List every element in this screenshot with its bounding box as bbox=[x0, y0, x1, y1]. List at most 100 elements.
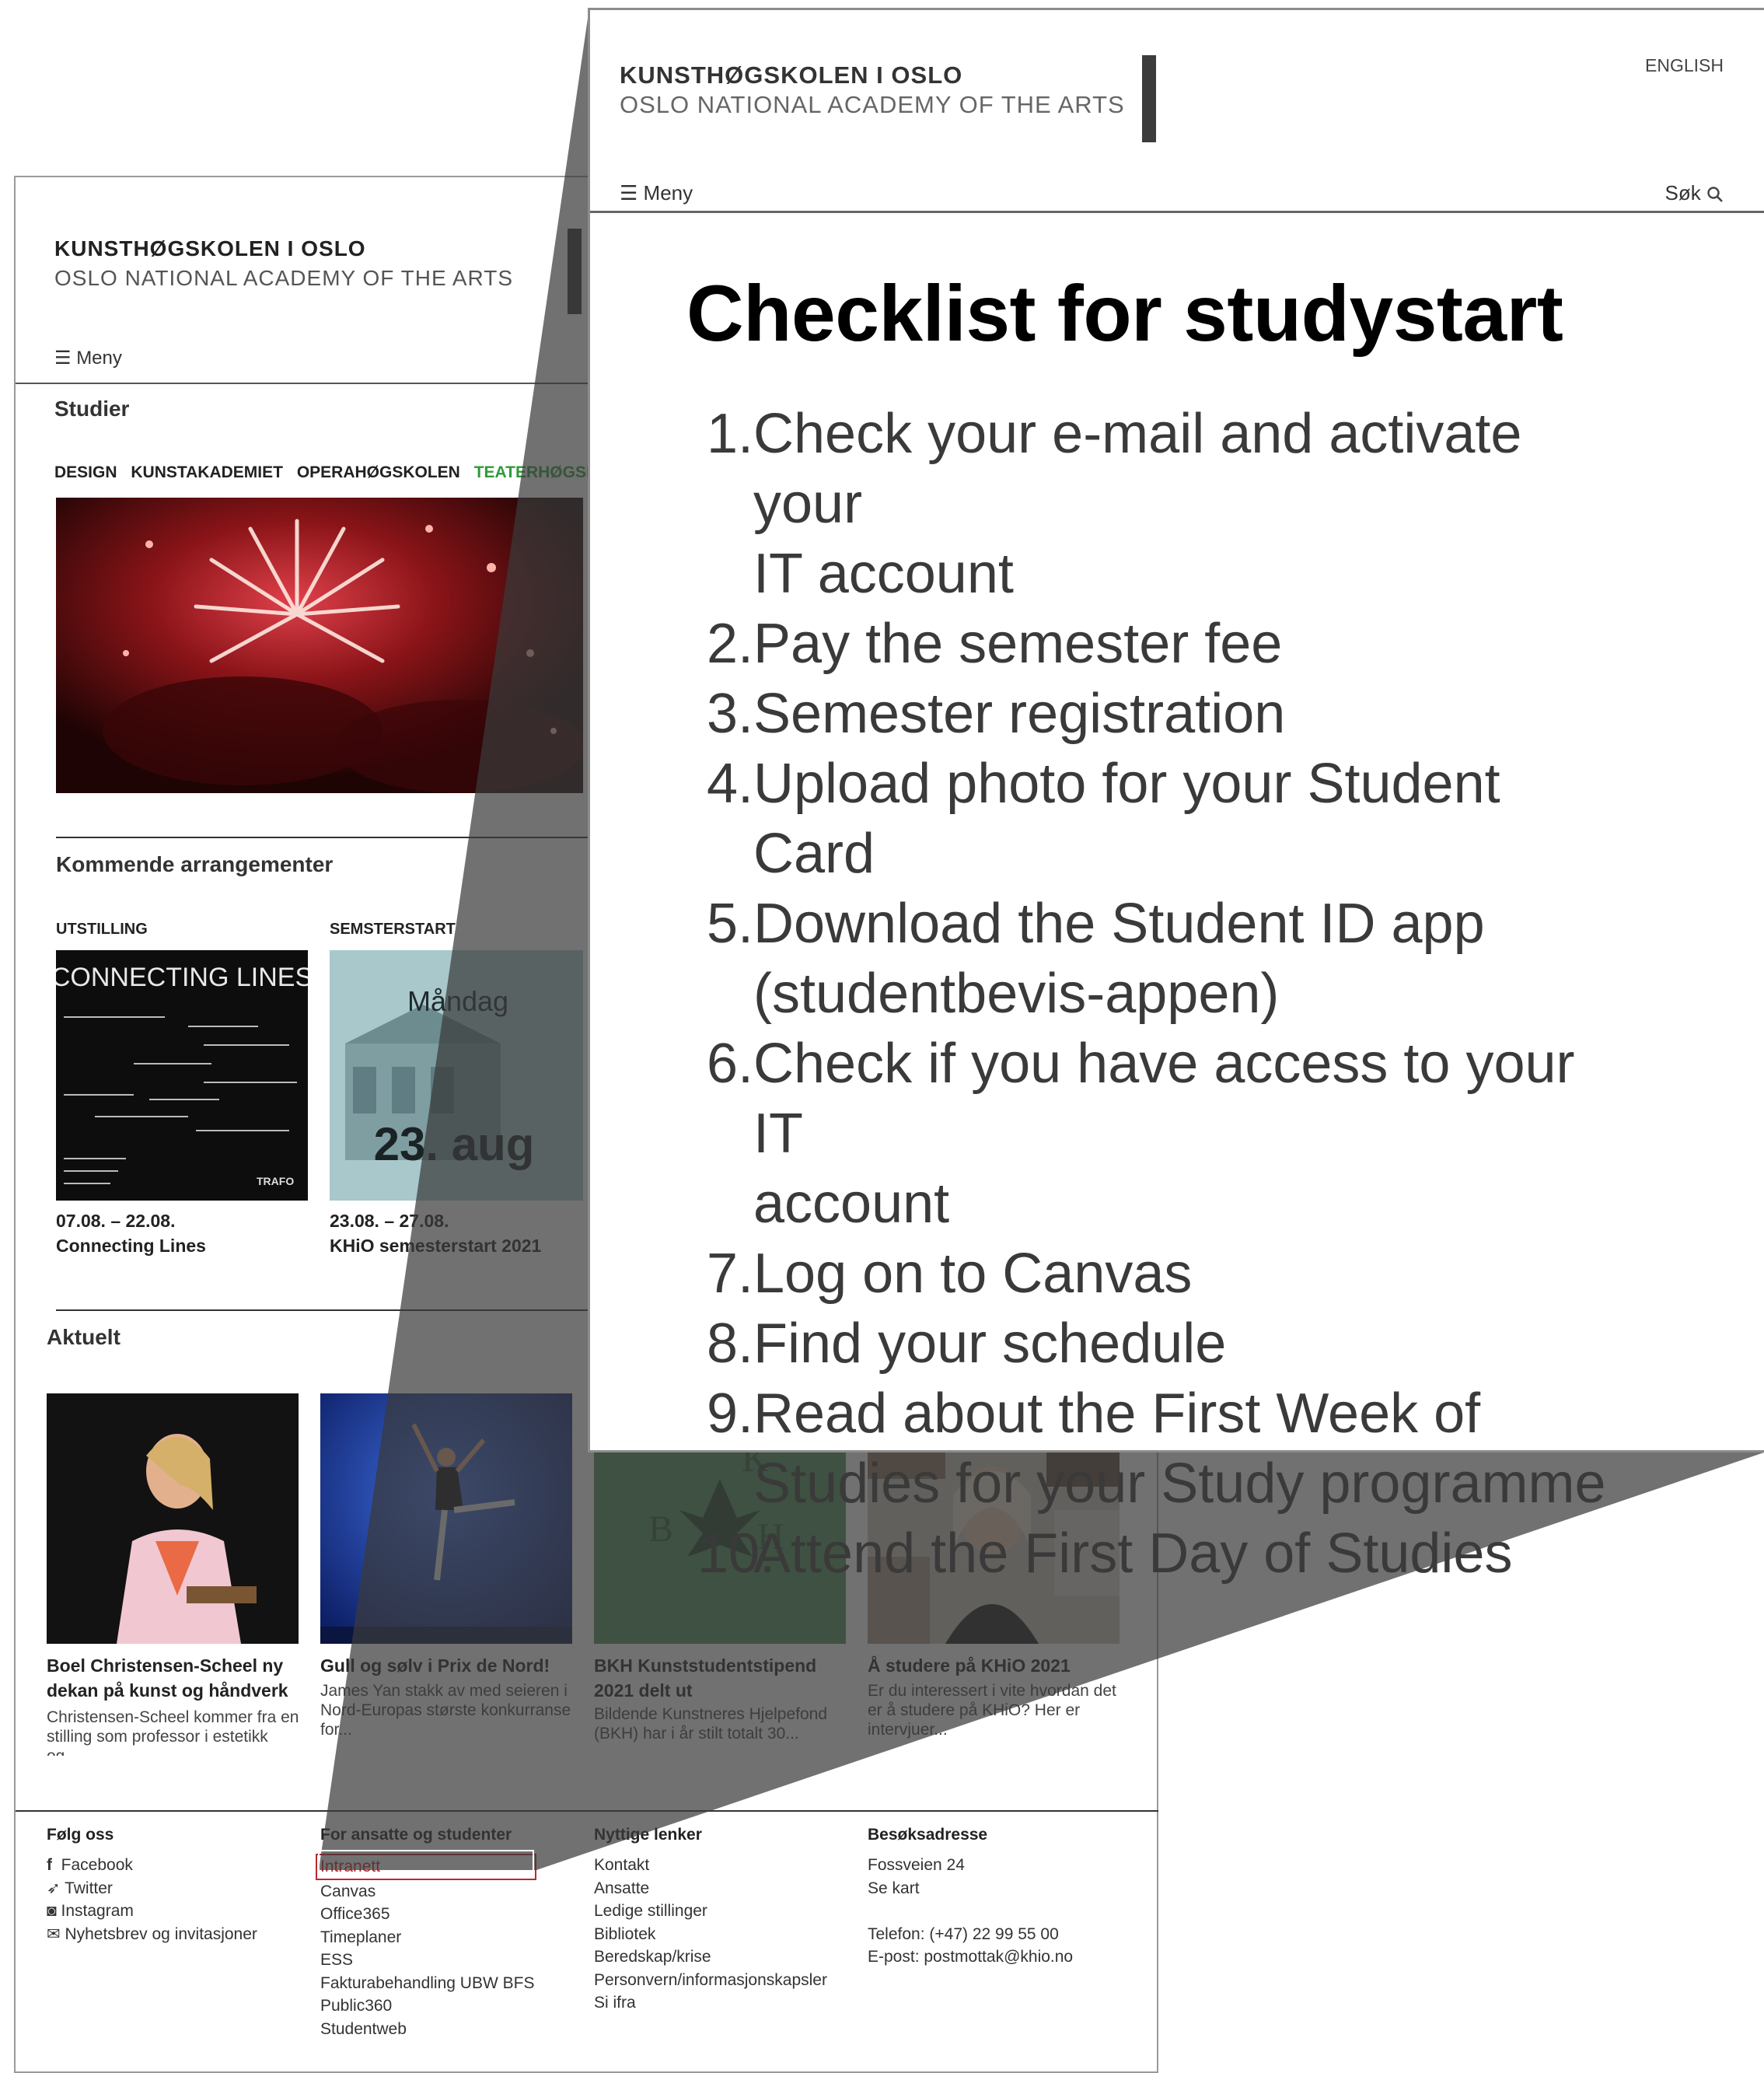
news-1-image[interactable] bbox=[47, 1393, 299, 1644]
personvern-link[interactable]: Personvern/informasjonskapsler bbox=[594, 1969, 827, 1992]
instagram-icon: ◙ bbox=[47, 1902, 57, 1920]
news-4-excerpt: Er du interessert i vite hvordan det er … bbox=[868, 1682, 1116, 1739]
site-logo-bar bbox=[568, 229, 582, 314]
news-1-title[interactable]: Boel Christensen-Scheel ny dekan på kuns… bbox=[47, 1653, 303, 1703]
checklist-item-3: 3. Semester registration bbox=[706, 683, 1286, 745]
email-link[interactable]: E-post: postmottak@khio.no bbox=[868, 1945, 1073, 1969]
hero-photo-graphic bbox=[56, 498, 583, 793]
panel-search-button[interactable]: Søk bbox=[1665, 181, 1724, 205]
events-heading: Kommende arrangementer bbox=[56, 852, 334, 876]
kontakt-link[interactable]: Kontakt bbox=[594, 1854, 827, 1877]
event-1-title[interactable]: Connecting Lines bbox=[56, 1233, 206, 1258]
checklist-item-6: 6. Check if you have access to your IT acc… bbox=[706, 1033, 1575, 1235]
checklist-item-8: 8. Find your schedule bbox=[706, 1313, 1227, 1375]
panel-brand-line2[interactable]: OSLO NATIONAL ACADEMY OF THE ARTS bbox=[620, 91, 1125, 119]
office365-link[interactable]: Office365 bbox=[320, 1903, 536, 1926]
event-2-category: SEMSTERSTART bbox=[330, 921, 456, 938]
trafo-logo: TRAFO bbox=[257, 1175, 294, 1187]
news-3-excerpt: Bildende Kunstneres Hjelpefond (BKH) har… bbox=[594, 1705, 828, 1743]
phone-text: Telefon: (+47) 22 99 55 00 bbox=[868, 1924, 1059, 1943]
panel-menu-button[interactable]: ☰ Meny bbox=[620, 181, 693, 205]
poster-2-date: 23. aug bbox=[374, 1118, 535, 1170]
site-brand-line1[interactable]: KUNSTHØGSKOLEN I OSLO bbox=[54, 236, 366, 261]
search-icon bbox=[1707, 187, 1723, 203]
checklist-item-10: 10. Attend the First Day of Studies bbox=[697, 1522, 1513, 1585]
studier-heading: Studier bbox=[54, 397, 130, 421]
ansatte-link[interactable]: Ansatte bbox=[594, 1877, 827, 1900]
poster-1-title: CONNECTING LINES bbox=[56, 963, 308, 992]
bibliotek-link[interactable]: Bibliotek bbox=[594, 1923, 827, 1946]
footer-visit-heading: Besøksadresse bbox=[868, 1826, 988, 1844]
panel-brand-line1[interactable]: KUNSTHØGSKOLEN I OSLO bbox=[620, 61, 962, 89]
tab-kunstakademiet[interactable]: KUNSTAKADEMIET bbox=[131, 463, 283, 481]
checklist-title: Checklist for studystart bbox=[686, 269, 1563, 358]
news-2-title[interactable]: Gull og sølv i Prix de Nord! bbox=[320, 1653, 577, 1678]
checklist-item-7: 7. Log on to Canvas bbox=[706, 1243, 1193, 1305]
intranett-link[interactable]: Intranett bbox=[316, 1854, 536, 1880]
studentweb-link[interactable]: Studentweb bbox=[320, 2018, 536, 2041]
semesterstart-poster-graphic: Måndag 23. aug bbox=[330, 950, 583, 1201]
canvas-link[interactable]: Canvas bbox=[320, 1880, 536, 1903]
tab-operahogskolen[interactable]: OPERAHØGSKOLEN bbox=[297, 463, 460, 481]
panel-menu-label: Meny bbox=[643, 181, 693, 205]
event-2-title[interactable]: KHiO semesterstart 2021 bbox=[330, 1233, 541, 1258]
checklist-item-9: 9. Read about the First Week of Studies fo… bbox=[706, 1383, 1606, 1515]
checklist-item-1: 1. Check your e-mail and activate your IT … bbox=[706, 403, 1522, 605]
twitter-icon: ➶ bbox=[47, 1879, 61, 1897]
panel-logo-bar bbox=[1142, 55, 1156, 142]
footer-staff-heading: For ansatte og studenter bbox=[320, 1826, 512, 1844]
menu-icon: ☰ bbox=[54, 348, 72, 369]
si-ifra-link[interactable]: Si ifra bbox=[594, 1991, 827, 2015]
panel-header-divider bbox=[590, 211, 1764, 213]
news-3-title[interactable]: BKH Kunststudentstipend 2021 delt ut bbox=[594, 1653, 851, 1703]
svg-text:B: B bbox=[648, 1508, 673, 1550]
footer-useful-heading: Nyttige lenker bbox=[594, 1826, 702, 1844]
site-brand-line2[interactable]: OSLO NATIONAL ACADEMY OF THE ARTS bbox=[54, 266, 513, 291]
map-link[interactable]: Se kart bbox=[868, 1877, 1073, 1900]
event-1-category: UTSTILLING bbox=[56, 921, 148, 938]
event-1-dates: 07.08. – 22.08. bbox=[56, 1211, 176, 1231]
checklist-item-2: 2. Pay the semester fee bbox=[706, 613, 1283, 675]
department-tabs: DESIGN KUNSTAKADEMIET OPERAHØGSKOLEN TEA… bbox=[54, 463, 610, 482]
event-2-poster[interactable]: Måndag 23. aug bbox=[330, 950, 583, 1201]
footer-follow-heading: Følg oss bbox=[47, 1826, 114, 1844]
site-menu-button[interactable]: ☰ Meny bbox=[54, 347, 122, 369]
beredskap-link[interactable]: Beredskap/krise bbox=[594, 1945, 827, 1969]
checklist-item-4: 4. Upload photo for your Student Card bbox=[706, 753, 1500, 885]
newsletter-link[interactable]: ✉ Nyhetsbrev og invitasjoner bbox=[47, 1923, 257, 1946]
footer-visit-list: Fossveien 24 Se kart Telefon: (+47) 22 9… bbox=[868, 1854, 1073, 1969]
tab-design[interactable]: DESIGN bbox=[54, 463, 117, 481]
facebook-icon: f bbox=[47, 1856, 52, 1874]
zoomed-checklist-panel: KUNSTHØGSKOLEN I OSLO OSLO NATIONAL ACAD… bbox=[588, 8, 1764, 1585]
site-menu-label: Meny bbox=[76, 348, 122, 369]
news-heading: Aktuelt bbox=[47, 1325, 121, 1349]
timeplaner-link[interactable]: Timeplaner bbox=[320, 1926, 536, 1949]
speaker-photo-graphic bbox=[47, 1393, 299, 1644]
ess-link[interactable]: ESS bbox=[320, 1949, 536, 1972]
event-1-poster[interactable]: CONNECTING LINES TRAFO bbox=[56, 950, 308, 1201]
checklist-item-5: 5. Download the Student ID app (studentbev… bbox=[706, 893, 1485, 1025]
public360-link[interactable]: Public360 bbox=[320, 1994, 536, 2018]
news-4-title[interactable]: Å studere på KHiO 2021 bbox=[868, 1653, 1124, 1678]
footer-follow-list: f Facebook ➶ Twitter ◙ Instagram ✉ Nyhet… bbox=[47, 1854, 257, 1945]
fakturabehandling-link[interactable]: Fakturabehandling UBW BFS bbox=[320, 1972, 536, 1995]
panel-search-label: Søk bbox=[1664, 181, 1701, 205]
news-2-excerpt: James Yan stakk av med seieren i Nord-Eu… bbox=[320, 1682, 571, 1739]
mail-icon: ✉ bbox=[47, 1924, 61, 1943]
hero-image[interactable] bbox=[56, 498, 583, 793]
language-link[interactable]: ENGLISH bbox=[1645, 55, 1724, 76]
address-text: Fossveien 24 bbox=[868, 1856, 965, 1874]
dancer-photo-graphic bbox=[320, 1393, 572, 1644]
news-2-image[interactable] bbox=[320, 1393, 572, 1644]
instagram-link[interactable]: ◙ Instagram bbox=[47, 1900, 257, 1923]
news-1-excerpt: Christensen-Scheel kommer fra en stillin… bbox=[47, 1708, 299, 1756]
facebook-link[interactable]: f Facebook bbox=[47, 1854, 257, 1877]
footer-useful-list: Kontakt Ansatte Ledige stillinger Biblio… bbox=[594, 1854, 827, 2015]
checklist: 1. Check your e-mail and activate your IT … bbox=[697, 399, 1630, 1589]
event-2-dates: 23.08. – 27.08. bbox=[330, 1211, 449, 1231]
ledige-stillinger-link[interactable]: Ledige stillinger bbox=[594, 1900, 827, 1923]
menu-icon: ☰ bbox=[620, 181, 638, 205]
connecting-lines-poster-graphic: CONNECTING LINES TRAFO bbox=[56, 950, 308, 1201]
footer-staff-list: Intranett Canvas Office365 Timeplaner ES… bbox=[316, 1854, 536, 2041]
twitter-link[interactable]: ➶ Twitter bbox=[47, 1877, 257, 1900]
